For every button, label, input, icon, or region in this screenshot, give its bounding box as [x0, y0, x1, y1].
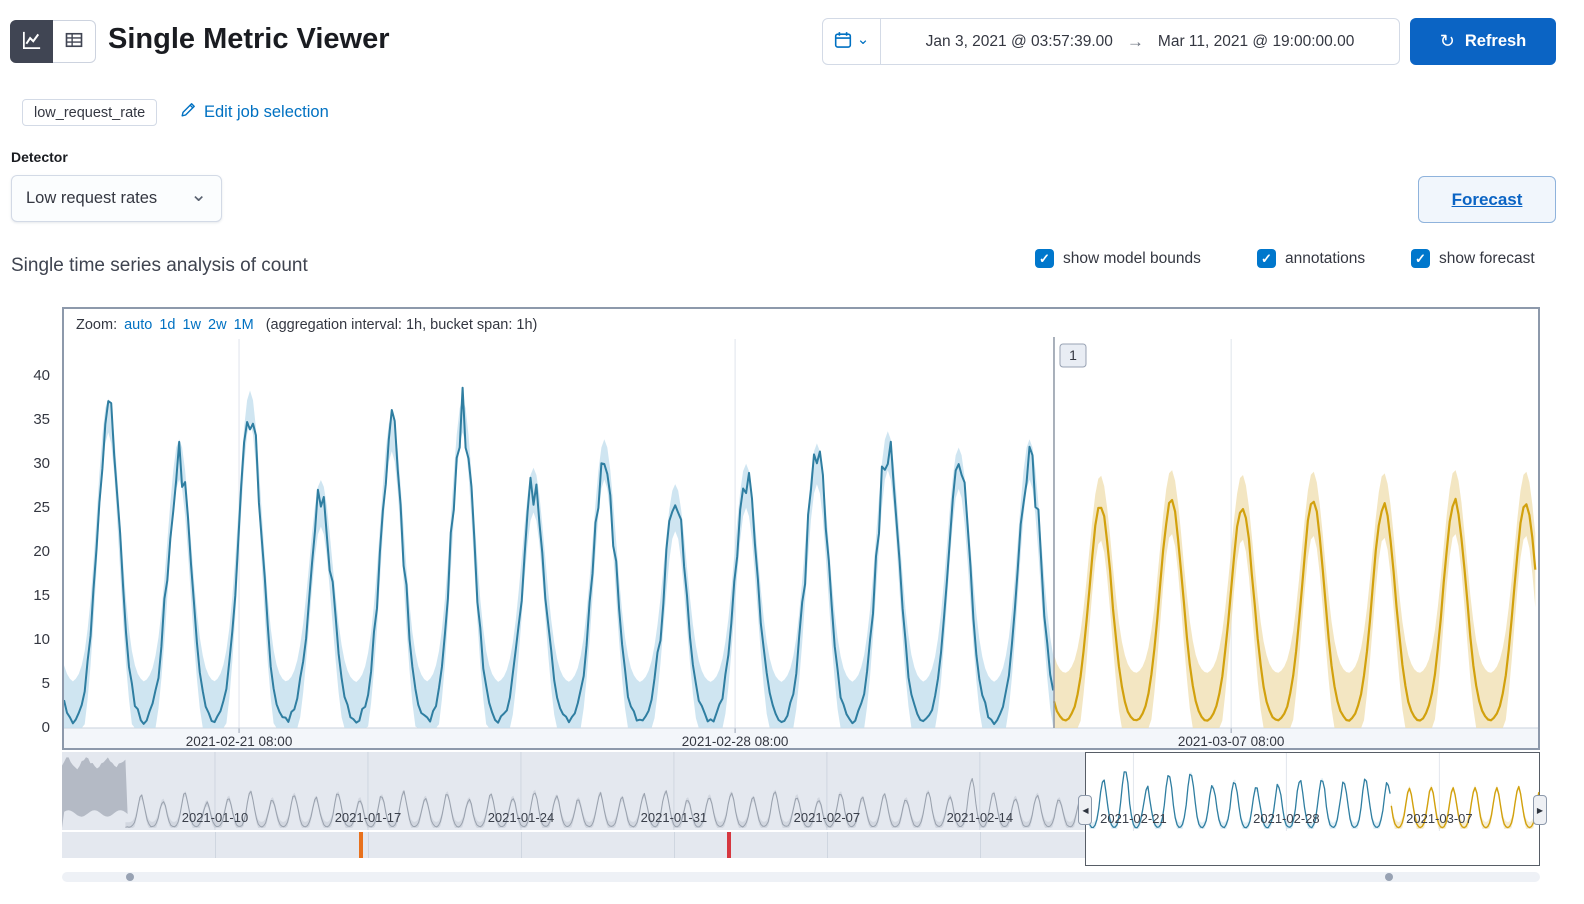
zoom-link-1w[interactable]: 1w: [182, 317, 201, 333]
checkbox-checked-icon: ✓: [1411, 249, 1430, 268]
swimlane-grid-line: [214, 832, 216, 858]
edit-job-selection-link[interactable]: Edit job selection: [180, 99, 329, 126]
swimlane-grid-line: [979, 832, 981, 858]
selection-date-label: 2021-02-21: [1101, 811, 1168, 826]
timeline-scrollbar[interactable]: [62, 872, 1540, 882]
refresh-icon: ↻: [1439, 31, 1455, 51]
zoom-link-1d[interactable]: 1d: [159, 317, 175, 333]
checkbox-label: show forecast: [1439, 249, 1535, 267]
context-date-label: 2021-01-31: [641, 810, 708, 825]
selection-date-label: 2021-02-28: [1254, 811, 1321, 826]
x-axis-label: 2021-02-21 08:00: [186, 734, 293, 748]
detector-select-value: Low request rates: [26, 189, 158, 207]
analysis-heading: Single time series analysis of count: [11, 255, 308, 276]
y-axis-label: 40: [33, 367, 50, 384]
scrollbar-handle[interactable]: [125, 873, 134, 881]
end-date-button[interactable]: Mar 11, 2021 @ 19:00:00.00: [1158, 33, 1354, 51]
checkbox-label: annotations: [1285, 249, 1366, 267]
zoom-link-auto[interactable]: auto: [124, 317, 152, 333]
view-toggle-group: [10, 20, 96, 63]
table-view-button[interactable]: [53, 20, 96, 63]
job-badge: low_request_rate: [22, 99, 158, 126]
swimlane-grid-line: [367, 832, 369, 858]
aggregation-note: (aggregation interval: 1h, bucket span: …: [265, 317, 538, 333]
table-icon: [64, 30, 84, 53]
checkbox-annotations[interactable]: ✓ annotations: [1257, 249, 1365, 268]
scrollbar-handle[interactable]: [1385, 873, 1394, 881]
pencil-icon: [180, 102, 196, 123]
detector-select[interactable]: Low request rates ⌄: [11, 175, 222, 222]
forecast-series-band: [1054, 470, 1536, 728]
selection-right-handle[interactable]: ▶: [1532, 795, 1547, 825]
context-date-label: 2021-01-17: [335, 810, 402, 825]
checkbox-show-forecast[interactable]: ✓ show forecast: [1411, 249, 1535, 268]
y-axis-label: 15: [33, 587, 50, 604]
y-axis-label: 5: [41, 675, 50, 692]
checkbox-checked-icon: ✓: [1035, 249, 1054, 268]
annotation-badge-label: 1: [1069, 347, 1077, 363]
forecast-button[interactable]: Forecast: [1418, 176, 1556, 223]
calendar-icon: [834, 31, 852, 52]
x-axis-label: 2021-03-07 08:00: [1178, 734, 1285, 748]
edit-job-selection-label: Edit job selection: [204, 103, 329, 121]
start-date-button[interactable]: Jan 3, 2021 @ 03:57:39.00: [926, 33, 1113, 51]
context-date-label: 2021-02-07: [794, 810, 861, 825]
refresh-label: Refresh: [1464, 32, 1527, 50]
context-gray-series-line: [125, 778, 1086, 828]
y-axis-label: 30: [33, 455, 50, 472]
chevron-down-icon: ⌄: [856, 30, 870, 48]
context-selection-brush[interactable]: 2021-02-21 2021-02-28 2021-03-07 ◀ ▶: [1078, 752, 1547, 866]
single-metric-viewer-page: Single Metric Viewer ⌄ Jan 3, 2021 @ 03:…: [0, 0, 1584, 904]
detector-label: Detector: [11, 149, 68, 165]
y-axis-label: 10: [33, 631, 50, 648]
checkbox-label: show model bounds: [1063, 249, 1201, 267]
chevron-down-icon: ⌄: [190, 183, 207, 206]
main-chart-svg[interactable]: 2021-02-21 08:00 2021-02-28 08:00 2021-03-…: [64, 309, 1538, 748]
selection-date-label: 2021-03-07: [1407, 811, 1474, 826]
context-date-label: 2021-01-24: [488, 810, 555, 825]
left-handle-icon: ◀: [1082, 805, 1089, 815]
checkbox-show-model-bounds[interactable]: ✓ show model bounds: [1035, 249, 1201, 268]
refresh-button[interactable]: ↻ Refresh: [1410, 18, 1556, 65]
chart-view-button[interactable]: [10, 20, 53, 63]
date-range-picker: ⌄ Jan 3, 2021 @ 03:57:39.00 → Mar 11, 20…: [822, 18, 1400, 65]
y-axis-label: 35: [33, 411, 50, 428]
zoom-controls: Zoom: auto 1d 1w 2w 1M (aggregation interval: …: [76, 317, 537, 333]
date-range-arrow-icon: →: [1126, 31, 1144, 51]
page-title: Single Metric Viewer: [108, 23, 390, 55]
context-date-label: 2021-02-14: [947, 810, 1014, 825]
zoom-link-2w[interactable]: 2w: [208, 317, 227, 333]
y-axis: 40 35 30 25 20 15 10 5 0: [0, 307, 54, 750]
main-chart-area[interactable]: Zoom: auto 1d 1w 2w 1M (aggregation interval: …: [62, 307, 1540, 750]
actual-series-band: [64, 390, 1054, 728]
zoom-link-1M[interactable]: 1M: [234, 317, 254, 333]
date-range: Jan 3, 2021 @ 03:57:39.00 → Mar 11, 2021…: [881, 19, 1399, 64]
selection-chart-svg: 2021-02-21 2021-02-28 2021-03-07: [1086, 753, 1540, 831]
quick-select-date-button[interactable]: ⌄: [823, 19, 881, 64]
zoom-prefix: Zoom:: [76, 317, 118, 333]
y-axis-label: 25: [33, 499, 50, 516]
swimlane-grid-line: [673, 832, 675, 858]
line-chart-icon: [22, 30, 42, 53]
right-handle-icon: ▶: [1536, 805, 1544, 815]
y-axis-label: 0: [41, 719, 50, 736]
swimlane-grid-line: [520, 832, 522, 858]
y-axis-label: 20: [33, 543, 50, 560]
context-date-label: 2021-01-10: [182, 810, 249, 825]
swimlane-grid-line: [826, 832, 828, 858]
context-gray-series-band: [125, 777, 1086, 828]
x-axis-label: 2021-02-28 08:00: [682, 734, 789, 748]
selection-left-handle[interactable]: ◀: [1078, 795, 1093, 825]
swimlane-annotation-mark[interactable]: [358, 832, 363, 858]
swimlane-annotation-mark[interactable]: [726, 832, 731, 858]
context-early-data-blob: [62, 757, 128, 828]
checkbox-checked-icon: ✓: [1257, 249, 1276, 268]
